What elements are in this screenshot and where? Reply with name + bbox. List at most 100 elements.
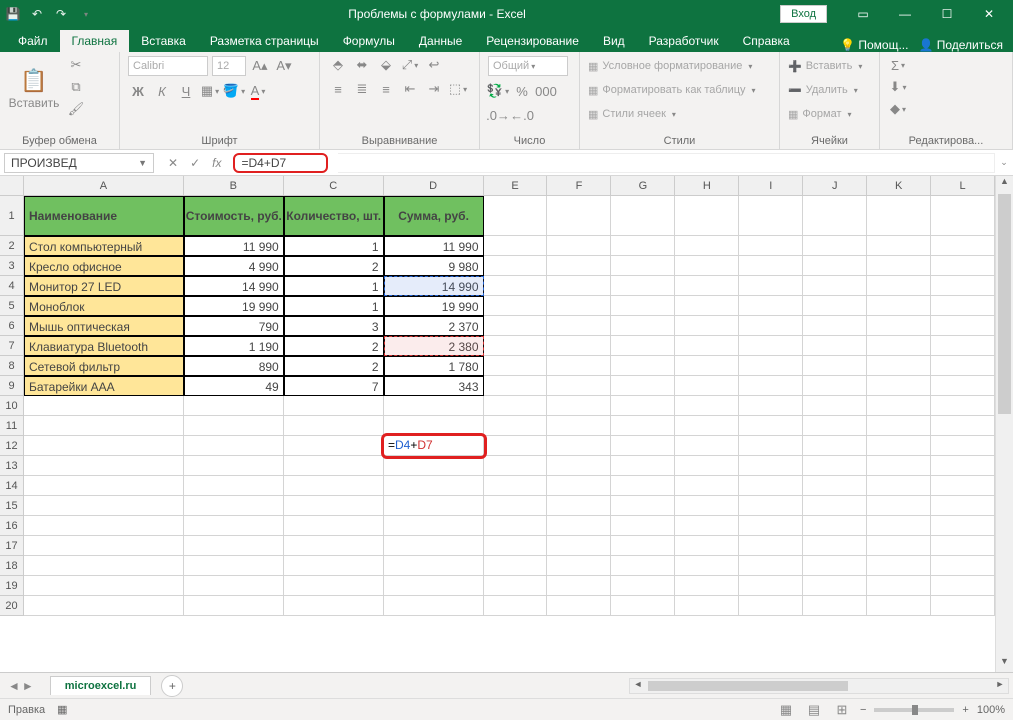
cell[interactable] bbox=[803, 316, 867, 336]
cell[interactable] bbox=[675, 396, 739, 416]
cell[interactable] bbox=[675, 196, 739, 236]
tab-home[interactable]: Главная bbox=[60, 30, 130, 52]
column-header[interactable]: E bbox=[484, 176, 548, 195]
cell[interactable] bbox=[184, 556, 284, 576]
row-header[interactable]: 17 bbox=[0, 536, 24, 556]
cell[interactable] bbox=[284, 436, 384, 456]
row-header[interactable]: 14 bbox=[0, 476, 24, 496]
cell[interactable] bbox=[611, 236, 675, 256]
cell[interactable] bbox=[803, 576, 867, 596]
cell[interactable] bbox=[484, 596, 548, 616]
cell[interactable] bbox=[803, 456, 867, 476]
cell[interactable] bbox=[739, 556, 803, 576]
cell[interactable] bbox=[547, 276, 611, 296]
cell[interactable] bbox=[611, 356, 675, 376]
column-header[interactable]: L bbox=[931, 176, 995, 195]
cell[interactable] bbox=[931, 436, 995, 456]
cell[interactable] bbox=[184, 576, 284, 596]
cell[interactable] bbox=[675, 576, 739, 596]
qat-customize-icon[interactable] bbox=[76, 5, 94, 23]
cell[interactable] bbox=[547, 316, 611, 336]
sheet-tab[interactable]: microexcel.ru bbox=[50, 676, 152, 695]
cell[interactable] bbox=[547, 476, 611, 496]
enter-formula-icon[interactable]: ✓ bbox=[190, 156, 200, 170]
scroll-right-icon[interactable]: ► bbox=[992, 679, 1008, 693]
cell[interactable] bbox=[739, 536, 803, 556]
cell[interactable] bbox=[739, 576, 803, 596]
cell[interactable] bbox=[931, 476, 995, 496]
cell[interactable] bbox=[611, 496, 675, 516]
select-all-corner[interactable] bbox=[0, 176, 24, 195]
cell[interactable] bbox=[547, 536, 611, 556]
cell[interactable] bbox=[867, 456, 931, 476]
cell[interactable] bbox=[803, 596, 867, 616]
column-header[interactable]: F bbox=[547, 176, 611, 195]
cell[interactable] bbox=[867, 576, 931, 596]
percent-icon[interactable]: % bbox=[512, 82, 532, 100]
cell[interactable] bbox=[803, 556, 867, 576]
align-center-icon[interactable]: ≣ bbox=[352, 80, 372, 98]
cell[interactable] bbox=[611, 436, 675, 456]
scroll-left-icon[interactable]: ◄ bbox=[630, 679, 646, 693]
tab-insert[interactable]: Вставка bbox=[129, 30, 198, 52]
scroll-down-icon[interactable]: ▼ bbox=[996, 656, 1013, 672]
decrease-indent-icon[interactable]: ⇤ bbox=[400, 80, 420, 98]
merge-icon[interactable]: ⬚ bbox=[448, 80, 468, 98]
cell[interactable] bbox=[611, 376, 675, 396]
cell[interactable]: Наименование bbox=[24, 196, 184, 236]
cell[interactable] bbox=[547, 296, 611, 316]
cell[interactable] bbox=[484, 536, 548, 556]
cell[interactable] bbox=[24, 396, 184, 416]
cell[interactable] bbox=[184, 436, 284, 456]
cell[interactable] bbox=[739, 336, 803, 356]
cell[interactable] bbox=[184, 396, 284, 416]
cell[interactable] bbox=[484, 396, 548, 416]
cell[interactable] bbox=[739, 316, 803, 336]
name-box-dropdown-icon[interactable]: ▼ bbox=[138, 158, 147, 168]
cell[interactable] bbox=[484, 576, 548, 596]
orientation-icon[interactable]: ⤢ bbox=[400, 56, 420, 74]
cell[interactable] bbox=[384, 476, 484, 496]
cell[interactable] bbox=[867, 536, 931, 556]
cell[interactable] bbox=[739, 296, 803, 316]
cell[interactable] bbox=[484, 356, 548, 376]
cell[interactable] bbox=[739, 256, 803, 276]
cell[interactable] bbox=[867, 276, 931, 296]
cell[interactable] bbox=[484, 316, 548, 336]
zoom-level[interactable]: 100% bbox=[977, 704, 1005, 716]
cell[interactable] bbox=[675, 356, 739, 376]
cell[interactable] bbox=[867, 376, 931, 396]
cell[interactable]: 14 990 bbox=[384, 276, 484, 296]
cell[interactable] bbox=[867, 436, 931, 456]
cell[interactable]: 11 990 bbox=[384, 236, 484, 256]
cell[interactable] bbox=[803, 436, 867, 456]
minimize-icon[interactable]: — bbox=[885, 2, 925, 26]
cell[interactable] bbox=[611, 576, 675, 596]
name-box[interactable]: ПРОИЗВЕД▼ bbox=[4, 153, 154, 173]
row-header[interactable]: 11 bbox=[0, 416, 24, 436]
cell[interactable] bbox=[184, 536, 284, 556]
cell[interactable] bbox=[739, 396, 803, 416]
login-button[interactable]: Вход bbox=[780, 5, 827, 23]
tab-layout[interactable]: Разметка страницы bbox=[198, 30, 331, 52]
cell[interactable] bbox=[484, 496, 548, 516]
cell[interactable] bbox=[484, 296, 548, 316]
row-header[interactable]: 8 bbox=[0, 356, 24, 376]
cell[interactable] bbox=[931, 496, 995, 516]
font-size-select[interactable]: 12 bbox=[212, 56, 246, 76]
cell[interactable] bbox=[484, 456, 548, 476]
cell[interactable] bbox=[284, 456, 384, 476]
cell[interactable] bbox=[484, 276, 548, 296]
row-header[interactable]: 9 bbox=[0, 376, 24, 396]
cell[interactable] bbox=[675, 436, 739, 456]
cell[interactable] bbox=[675, 556, 739, 576]
cell[interactable] bbox=[739, 596, 803, 616]
increase-decimal-icon[interactable]: .0→ bbox=[488, 106, 508, 124]
cell[interactable] bbox=[931, 276, 995, 296]
fx-icon[interactable]: fx bbox=[212, 156, 221, 170]
cell[interactable] bbox=[484, 416, 548, 436]
cell[interactable]: 7 bbox=[284, 376, 384, 396]
cell[interactable] bbox=[675, 296, 739, 316]
cell[interactable] bbox=[611, 296, 675, 316]
undo-icon[interactable]: ↶ bbox=[28, 5, 46, 23]
